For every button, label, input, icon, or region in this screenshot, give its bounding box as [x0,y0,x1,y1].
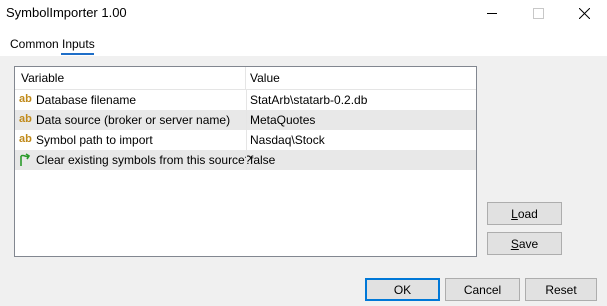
row-variable-cell: ab Symbol path to import [15,130,245,150]
row-variable-cell: Clear existing symbols from this source? [15,150,251,170]
row-variable-label: Data source (broker or server name) [36,113,231,127]
ok-button[interactable]: OK [365,278,440,301]
save-button[interactable]: Save [487,232,562,255]
minimize-icon [487,12,497,14]
column-divider[interactable] [245,67,246,89]
title-bar: SymbolImporter 1.00 [0,0,607,26]
minimize-button[interactable] [469,0,515,26]
close-button[interactable] [561,0,607,26]
table-row[interactable]: Clear existing symbols from this source?… [15,150,476,170]
row-variable-cell: ab Database filename [15,90,245,110]
tab-inputs[interactable]: Inputs [62,37,95,53]
maximize-icon [532,7,544,19]
save-accelerator: S [510,236,519,251]
grid-header: Variable Value [15,67,476,90]
cancel-button[interactable]: Cancel [445,278,520,301]
maximize-button [515,0,561,26]
row-value[interactable]: false [250,153,275,167]
row-variable-label: Clear existing symbols from this source? [36,153,252,167]
row-value[interactable]: MetaQuotes [250,113,315,127]
table-row[interactable]: ab Database filename StatArb\statarb-0.2… [15,90,476,110]
tab-common[interactable]: Common [10,37,59,53]
table-row[interactable]: ab Data source (broker or server name) M… [15,110,476,130]
row-value-cell[interactable]: false [246,150,477,170]
row-value-cell[interactable]: StatArb\statarb-0.2.db [246,90,477,110]
close-icon [578,7,590,19]
string-type-icon: ab [19,93,32,105]
row-value-cell[interactable]: MetaQuotes [246,110,477,130]
row-value-cell[interactable]: Nasdaq\Stock [246,130,477,150]
reset-button[interactable]: Reset [525,278,597,301]
load-button[interactable]: Load [487,202,562,225]
row-variable-label: Database filename [36,93,137,107]
table-row[interactable]: ab Symbol path to import Nasdaq\Stock [15,130,476,150]
string-type-icon: ab [19,113,32,125]
row-value[interactable]: StatArb\statarb-0.2.db [250,93,367,107]
active-tab-indicator [61,53,94,55]
load-label: oad [517,206,538,221]
save-label: ave [518,236,539,251]
flag-arrow-icon [20,153,31,166]
load-accelerator: L [511,206,518,221]
column-header-variable[interactable]: Variable [21,71,64,85]
window-title: SymbolImporter 1.00 [6,5,127,20]
row-variable-label: Symbol path to import [36,133,153,147]
string-type-icon: ab [19,133,32,145]
column-header-value[interactable]: Value [250,71,280,85]
row-value[interactable]: Nasdaq\Stock [250,133,325,147]
row-variable-cell: ab Data source (broker or server name) [15,110,245,130]
inputs-grid: Variable Value ab Database filename Stat… [14,66,477,257]
